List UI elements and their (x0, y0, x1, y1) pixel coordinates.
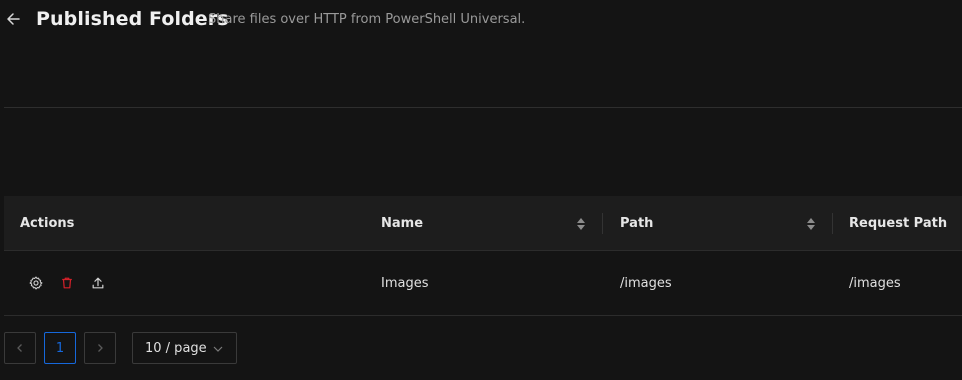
column-separator (602, 213, 603, 234)
header-divider (4, 107, 962, 108)
upload-icon[interactable] (90, 275, 106, 291)
table-body: Images /images /images (4, 251, 962, 316)
chevron-down-icon (213, 346, 223, 352)
page-size-select[interactable]: 10 / page (132, 332, 237, 364)
table-row: Images /images /images (4, 251, 962, 316)
cell-path: /images (620, 275, 672, 291)
sort-path-icon[interactable] (806, 216, 816, 230)
column-header-actions: Actions (20, 215, 75, 231)
cell-request-path: /images (849, 275, 901, 291)
row-actions (28, 251, 121, 315)
column-header-name[interactable]: Name (381, 196, 423, 250)
page-1-button[interactable]: 1 (44, 332, 76, 364)
published-folders-table: Actions Name Path Request Path Images /i… (4, 196, 962, 316)
column-header-path[interactable]: Path (620, 196, 653, 250)
table-header-row: Actions Name Path Request Path (4, 196, 962, 251)
page-size-value: 10 / page (145, 340, 207, 356)
column-separator (832, 213, 833, 234)
page-title: Published Folders (36, 8, 229, 30)
previous-page-button[interactable] (4, 332, 36, 364)
published-folders-page: Published Folders Share files over HTTP … (0, 0, 962, 380)
chevron-left-icon (17, 344, 22, 352)
settings-icon[interactable] (28, 275, 44, 291)
next-page-button[interactable] (84, 332, 116, 364)
column-header-request-path: Request Path (849, 215, 948, 231)
page-header: Published Folders Share files over HTTP … (0, 0, 962, 40)
back-button[interactable] (4, 10, 22, 28)
delete-icon[interactable] (59, 275, 75, 291)
pagination: 1 10 / page (4, 332, 237, 364)
arrow-left-icon (7, 13, 20, 25)
page-subtitle: Share files over HTTP from PowerShell Un… (208, 12, 526, 27)
cell-name: Images (381, 275, 429, 291)
sort-name-icon[interactable] (576, 216, 586, 230)
chevron-right-icon (98, 344, 103, 352)
